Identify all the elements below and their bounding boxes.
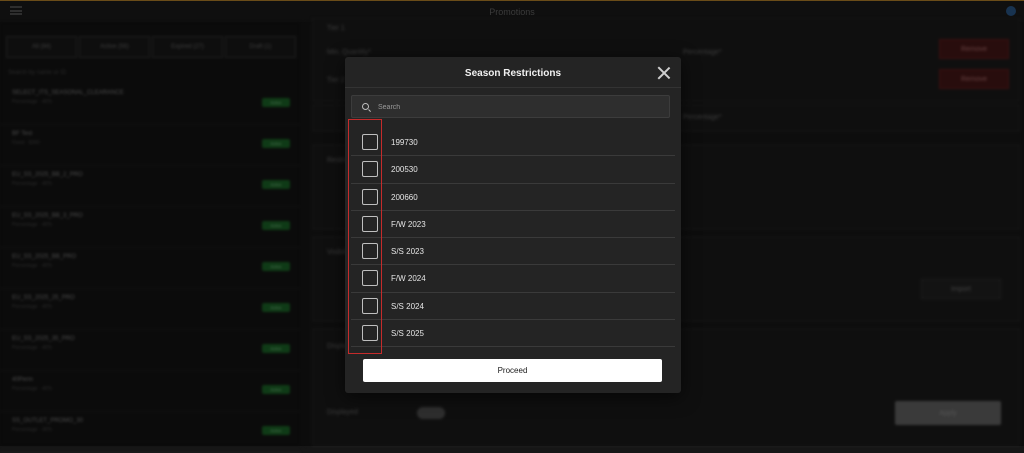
search-field[interactable] <box>351 95 670 118</box>
season-option[interactable]: S/S 2025 <box>351 320 675 348</box>
season-option[interactable]: 199730 <box>351 129 675 157</box>
season-checkbox[interactable] <box>362 215 378 232</box>
season-checkbox[interactable] <box>362 243 378 260</box>
season-option[interactable]: F/W 2024 <box>351 265 675 293</box>
search-input[interactable] <box>378 99 663 115</box>
season-checkbox[interactable] <box>362 161 378 178</box>
dialog-header: Season Restrictions <box>345 57 681 88</box>
season-checkbox[interactable] <box>362 134 378 150</box>
season-label: F/W 2024 <box>391 274 426 284</box>
season-option[interactable]: F/W 2023 <box>351 211 675 239</box>
season-checkbox[interactable] <box>362 270 378 287</box>
season-label: 200660 <box>391 192 418 202</box>
season-checkbox[interactable] <box>362 188 378 205</box>
season-option[interactable]: S/S 2024 <box>351 293 675 321</box>
season-restrictions-dialog: Season Restrictions 199730 200530 200660 F/… <box>345 57 681 393</box>
season-label: 200530 <box>391 165 418 175</box>
season-option[interactable]: 200530 <box>351 156 675 184</box>
search-icon <box>362 103 369 110</box>
season-list: 199730 200530 200660 F/W 2023 S/S 2023 F/W 20… <box>351 129 675 348</box>
season-label: 199730 <box>391 138 418 147</box>
season-label: S/S 2025 <box>391 329 424 339</box>
season-label: F/W 2023 <box>391 219 426 229</box>
season-option[interactable]: S/S 2023 <box>351 238 675 266</box>
season-label: S/S 2023 <box>391 247 424 257</box>
close-icon[interactable] <box>657 66 671 80</box>
proceed-button[interactable]: Proceed <box>363 359 662 382</box>
season-label: S/S 2024 <box>391 301 424 311</box>
season-checkbox[interactable] <box>362 325 378 342</box>
season-option[interactable]: 200660 <box>351 184 675 211</box>
season-checkbox[interactable] <box>362 297 378 314</box>
app-window: Promotions All (84) Active (56) Expired … <box>0 0 1024 453</box>
dialog-title: Season Restrictions <box>464 68 562 79</box>
